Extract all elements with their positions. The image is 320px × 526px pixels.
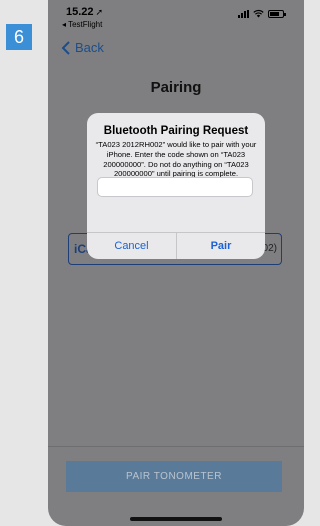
phone-screen: 15.22 ➚ ◂ TestFlight Back Pairing iCa 02)… bbox=[48, 0, 304, 526]
page-title: Pairing bbox=[150, 79, 202, 96]
bluetooth-pairing-dialog: Bluetooth Pairing Request “TA023 2012RH0… bbox=[87, 113, 265, 259]
home-indicator bbox=[130, 517, 222, 521]
step-number-badge: 6 bbox=[6, 24, 32, 50]
dialog-title: Bluetooth Pairing Request bbox=[103, 125, 249, 137]
back-to-app-link[interactable]: ◂ TestFlight bbox=[62, 20, 102, 29]
pair-tonometer-button[interactable]: PAIR TONOMETER bbox=[66, 461, 282, 492]
wifi-icon bbox=[253, 9, 264, 18]
time-text: 15.22 bbox=[66, 6, 94, 18]
location-arrow-icon: ➚ bbox=[95, 7, 104, 17]
divider bbox=[48, 446, 304, 447]
status-time: 15.22 ➚ bbox=[66, 6, 103, 18]
signal-icon bbox=[238, 10, 249, 18]
status-bar: 15.22 ➚ ◂ TestFlight bbox=[48, 0, 304, 30]
status-icons bbox=[238, 9, 286, 18]
pairing-code-input[interactable] bbox=[97, 177, 253, 197]
dialog-message: “TA023 2012RH002” would like to pair wit… bbox=[95, 140, 257, 179]
back-button[interactable]: Back bbox=[60, 40, 104, 55]
chevron-left-icon bbox=[61, 40, 70, 55]
back-label: Back bbox=[75, 40, 104, 55]
battery-icon bbox=[268, 10, 286, 18]
cancel-button[interactable]: Cancel bbox=[87, 233, 176, 259]
pair-button[interactable]: Pair bbox=[177, 233, 265, 259]
